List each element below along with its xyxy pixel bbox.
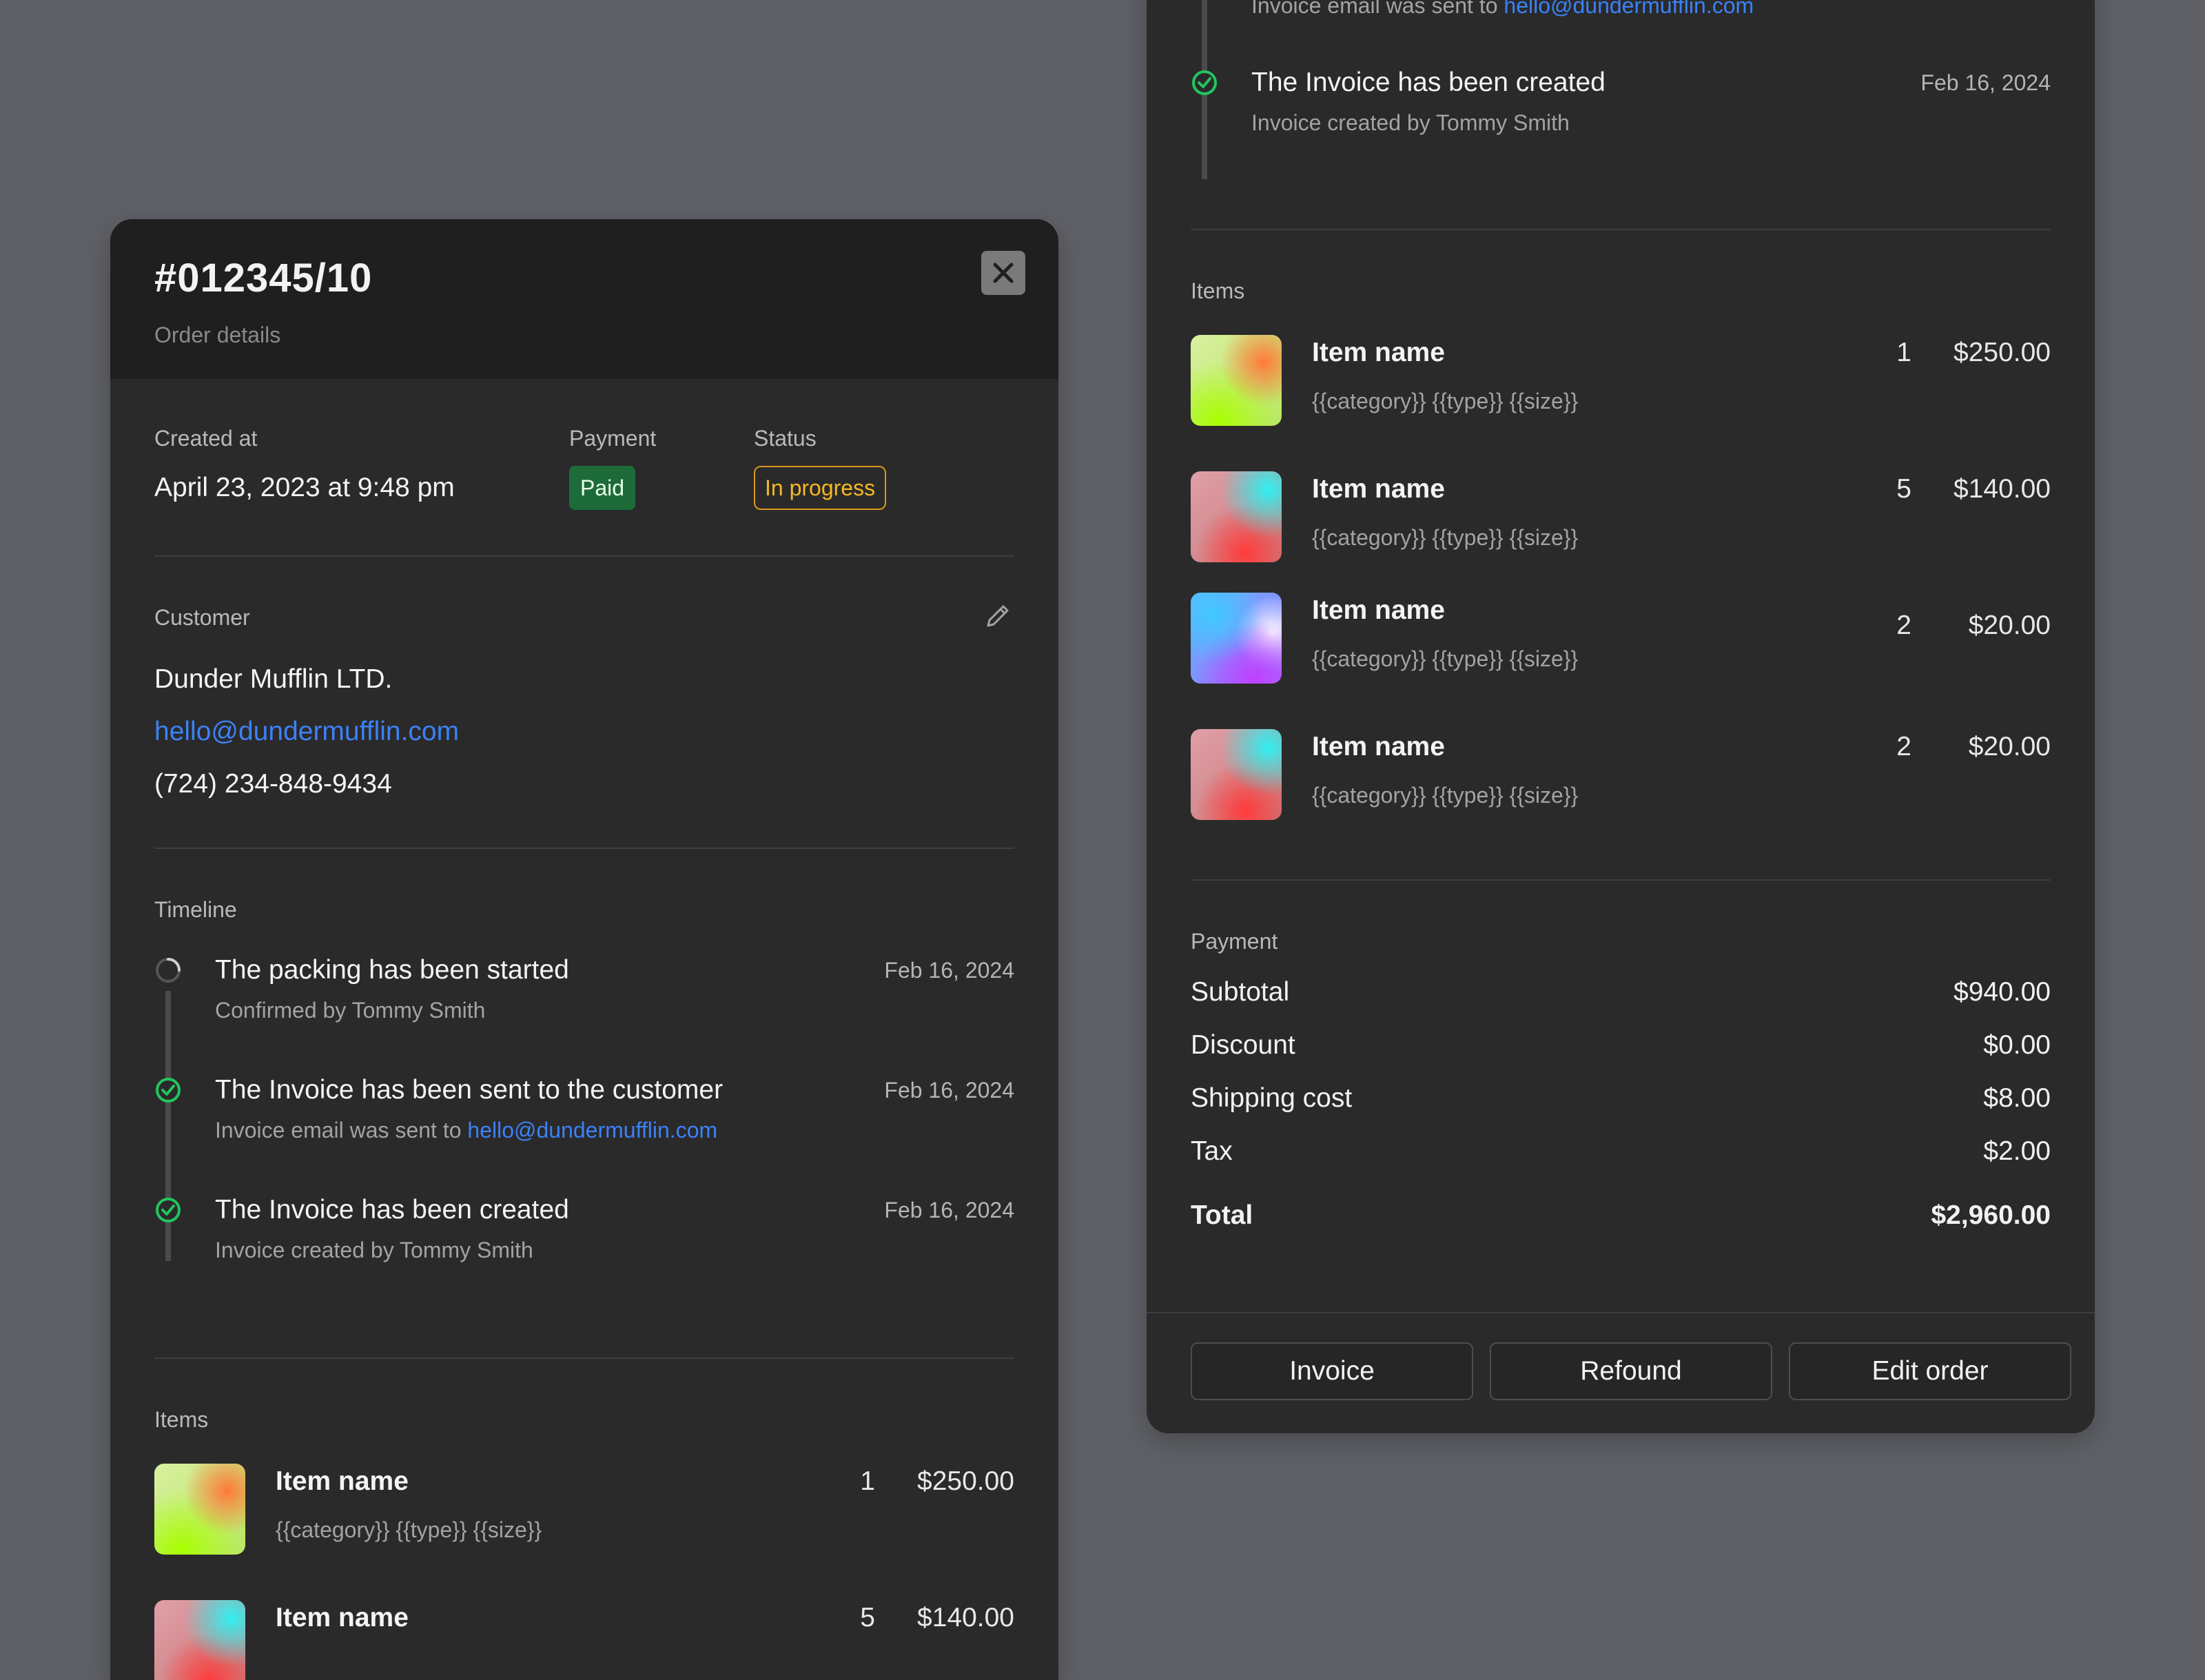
- items-label: Items: [154, 1407, 209, 1432]
- discount-value: $0.00: [1983, 1030, 2051, 1060]
- divider: [154, 555, 1014, 557]
- subtotal-label: Subtotal: [1191, 977, 1290, 1007]
- timeline-event-3-status: [1191, 69, 1218, 96]
- timeline-event-title: The packing has been started: [215, 955, 569, 985]
- item-meta: {{category}} {{type}} {{size}}: [1312, 646, 1579, 671]
- invoice-button[interactable]: Invoice: [1191, 1342, 1473, 1400]
- item-meta: {{category}} {{type}} {{size}}: [276, 1517, 542, 1542]
- divider: [1191, 229, 2051, 230]
- timeline-event-sub: Confirmed by Tommy Smith: [215, 998, 486, 1023]
- order-details-panel: #012345/10 Order details Created at Apri…: [110, 219, 1058, 1680]
- item-name: Item name: [1312, 474, 1445, 504]
- created-at-value: April 23, 2023 at 9:48 pm: [154, 473, 455, 502]
- customer-name: Dunder Mufflin LTD.: [154, 664, 393, 694]
- order-subtitle: Order details: [154, 322, 281, 347]
- customer-phone: (724) 234-848-9434: [154, 769, 392, 799]
- item-price: $140.00: [1953, 474, 2051, 504]
- timeline-event-1-status: [154, 956, 182, 984]
- timeline-event-sub: Invoice email was sent to hello@dundermu…: [215, 1118, 717, 1143]
- check-circle-icon: [156, 1078, 181, 1103]
- tax-label: Tax: [1191, 1136, 1233, 1166]
- divider: [154, 1358, 1014, 1359]
- item-name: Item name: [1312, 595, 1445, 625]
- timeline-label: Timeline: [154, 897, 237, 922]
- items-label: Items: [1191, 278, 1245, 303]
- timeline-event-date: Feb 16, 2024: [1920, 70, 2051, 95]
- item-thumbnail: [1191, 335, 1282, 426]
- timeline-email-link[interactable]: hello@dundermufflin.com: [1504, 0, 1754, 18]
- item-quantity: 5: [860, 1603, 875, 1632]
- item-name: Item name: [1312, 732, 1445, 761]
- timeline-event-3-status: [154, 1196, 182, 1224]
- timeline-event-sub: Invoice email was sent to hello@dundermu…: [1251, 0, 1754, 19]
- total-value: $2,960.00: [1931, 1200, 2051, 1230]
- divider: [154, 848, 1014, 849]
- item-name: Item name: [1312, 338, 1445, 367]
- timeline-event-title: The Invoice has been created: [215, 1195, 569, 1225]
- item-thumbnail: [1191, 729, 1282, 820]
- order-details-panel-scrolled: Invoice email was sent to hello@dundermu…: [1147, 0, 2095, 1433]
- item-price: $20.00: [1968, 611, 2051, 640]
- item-quantity: 5: [1896, 474, 1911, 504]
- timeline-event-sub-text: Invoice email was sent to: [1251, 0, 1504, 18]
- divider: [1191, 879, 2051, 881]
- item-name: Item name: [276, 1603, 409, 1632]
- discount-label: Discount: [1191, 1030, 1295, 1060]
- order-number: #012345/10: [154, 256, 373, 300]
- created-at-label: Created at: [154, 426, 258, 451]
- check-circle-icon: [1192, 70, 1217, 95]
- item-thumbnail: [1191, 471, 1282, 562]
- timeline-event-2-status: [154, 1076, 182, 1104]
- item-meta: {{category}} {{type}} {{size}}: [1312, 783, 1579, 808]
- subtotal-value: $940.00: [1953, 977, 2051, 1007]
- item-price: $20.00: [1968, 732, 2051, 761]
- pencil-icon: [987, 605, 1009, 627]
- item-price: $250.00: [1953, 338, 2051, 367]
- edit-order-button[interactable]: Edit order: [1789, 1342, 2071, 1400]
- timeline-event-sub: Invoice created by Tommy Smith: [215, 1238, 533, 1262]
- timeline-event-sub: Invoice created by Tommy Smith: [1251, 110, 1570, 135]
- item-quantity: 1: [1896, 338, 1911, 367]
- item-quantity: 2: [1896, 611, 1911, 640]
- timeline-event-date: Feb 16, 2024: [884, 1198, 1014, 1222]
- panel-header: #012345/10 Order details: [110, 219, 1058, 379]
- spinner-icon: [156, 958, 181, 983]
- check-circle-icon: [156, 1198, 181, 1222]
- total-label: Total: [1191, 1200, 1253, 1230]
- timeline-event-title: The Invoice has been created: [1251, 68, 1606, 97]
- item-thumbnail: [154, 1600, 245, 1680]
- footer-divider: [1147, 1312, 2095, 1313]
- close-icon: [993, 263, 1014, 283]
- payment-label: Payment: [569, 426, 657, 451]
- timeline-email-link[interactable]: hello@dundermufflin.com: [467, 1118, 717, 1143]
- item-quantity: 2: [1896, 732, 1911, 761]
- customer-email-link[interactable]: hello@dundermufflin.com: [154, 717, 459, 747]
- edit-customer-button[interactable]: [981, 600, 1014, 633]
- tax-value: $2.00: [1983, 1136, 2051, 1166]
- item-thumbnail: [154, 1464, 245, 1555]
- timeline-event-sub-text: Invoice email was sent to: [215, 1118, 468, 1143]
- shipping-value: $8.00: [1983, 1083, 2051, 1113]
- status-label: Status: [754, 426, 817, 451]
- shipping-label: Shipping cost: [1191, 1083, 1353, 1113]
- timeline-event-title: The Invoice has been sent to the custome…: [215, 1075, 724, 1105]
- item-quantity: 1: [860, 1466, 875, 1496]
- item-meta: {{category}} {{type}} {{size}}: [1312, 389, 1579, 413]
- payment-section-label: Payment: [1191, 929, 1278, 954]
- customer-label: Customer: [154, 605, 250, 630]
- item-meta: {{category}} {{type}} {{size}}: [1312, 525, 1579, 550]
- close-button[interactable]: [981, 251, 1025, 295]
- timeline-event-date: Feb 16, 2024: [884, 1078, 1014, 1103]
- payment-status-badge: Paid: [569, 466, 636, 510]
- timeline-event-date: Feb 16, 2024: [884, 958, 1014, 983]
- order-status-badge: In progress: [754, 466, 887, 510]
- refund-button[interactable]: Refound: [1490, 1342, 1772, 1400]
- item-price: $140.00: [917, 1603, 1014, 1632]
- item-price: $250.00: [917, 1466, 1014, 1496]
- item-thumbnail: [1191, 593, 1282, 684]
- item-name: Item name: [276, 1466, 409, 1496]
